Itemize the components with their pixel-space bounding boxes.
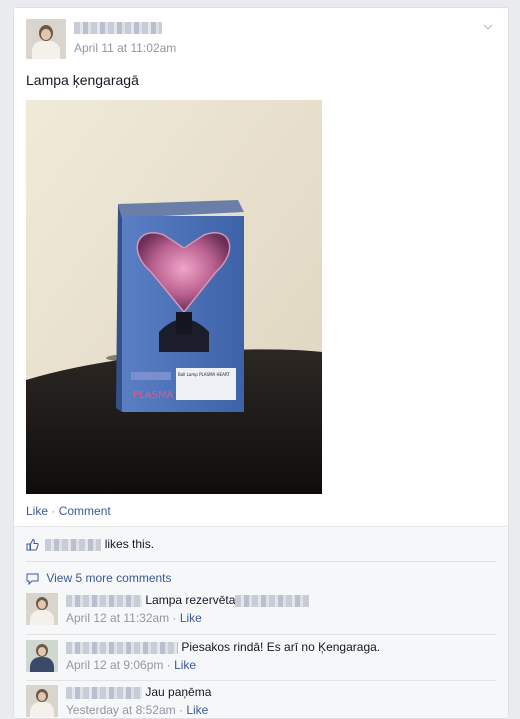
commenter-avatar[interactable] — [26, 593, 58, 625]
comment-text: Piesakos rindā! Es arī no Ķengaraga. — [181, 640, 381, 654]
comment-item: Jau paņēma Yesterday at 8:52am · Like — [26, 685, 496, 718]
like-link[interactable]: Like — [26, 504, 48, 518]
divider — [26, 634, 496, 635]
likes-row: likes this. — [26, 537, 154, 553]
commenter-avatar[interactable] — [26, 640, 58, 672]
post-header: April 11 at 11:02am — [26, 19, 498, 63]
comment-link[interactable]: Comment — [59, 504, 111, 518]
feed-post-card: April 11 at 11:02am Lampa ķengaragā PLAS… — [13, 7, 509, 719]
comment-item: Piesakos rindā! Es arī no Ķengaraga. Apr… — [26, 640, 496, 678]
actions-separator: · — [48, 504, 59, 518]
view-more-comments-link[interactable]: View 5 more comments — [46, 571, 171, 585]
comment-text: Lampa rezervēta — [145, 593, 236, 607]
comment-sep: · — [169, 611, 180, 625]
comment-time[interactable]: April 12 at 11:32am — [66, 611, 169, 625]
divider — [26, 680, 496, 681]
box-label-text: Ball Lamp PLASMA HEART — [178, 372, 230, 377]
comment-like-link[interactable]: Like — [174, 658, 196, 672]
feedback-section: likes this. View 5 more comments Lampa r… — [14, 526, 508, 718]
likes-text: likes this. — [104, 537, 155, 551]
post-text: Lampa ķengaragā — [26, 72, 139, 88]
divider — [26, 561, 496, 562]
comment-sep: · — [163, 658, 175, 672]
comment-text: Jau paņēma — [145, 685, 212, 699]
commenter-name-redacted[interactable] — [66, 686, 142, 699]
chevron-down-icon[interactable] — [482, 21, 494, 33]
post-photo[interactable]: PLASMA Ball Lamp PLASMA HEART — [26, 100, 322, 494]
box-brand-text: PLASMA — [133, 390, 174, 401]
author-name-redacted[interactable] — [74, 22, 162, 34]
comment-time[interactable]: April 12 at 9:06pm — [66, 658, 163, 672]
post-timestamp[interactable]: April 11 at 11:02am — [74, 41, 176, 55]
view-more-comments[interactable]: View 5 more comments — [26, 571, 172, 585]
liker-name-redacted[interactable] — [45, 538, 102, 551]
commenter-name-redacted[interactable] — [66, 641, 178, 654]
comment-like-link[interactable]: Like — [180, 611, 202, 625]
thumbs-up-icon — [26, 539, 39, 551]
commenter-name-redacted[interactable] — [66, 594, 142, 607]
comment-item: Lampa rezervēta April 12 at 11:32am · Li… — [26, 593, 496, 631]
author-avatar[interactable] — [26, 19, 66, 59]
commenter-avatar[interactable] — [26, 685, 58, 717]
comment-bubble-icon — [26, 573, 39, 585]
mentioned-name-redacted[interactable] — [235, 594, 310, 607]
post-actions: Like · Comment — [26, 504, 111, 518]
